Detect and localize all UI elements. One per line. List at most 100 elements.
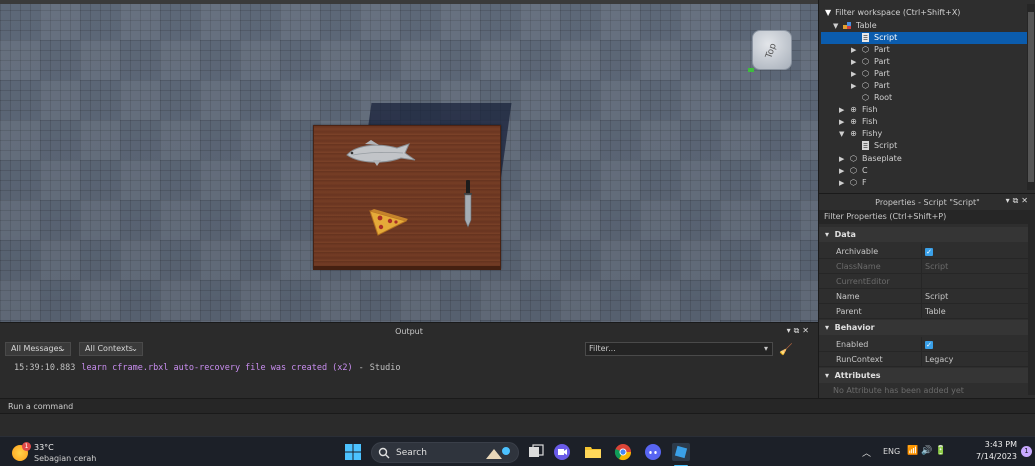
notification-badge[interactable]: 1	[1021, 446, 1032, 457]
collapse-arrow-icon[interactable]: ▼	[833, 20, 843, 32]
expand-arrow-icon[interactable]: ▶	[851, 56, 861, 68]
view-cube[interactable]: Top	[752, 30, 792, 70]
search-label: Search	[396, 448, 427, 458]
prop-name: Name	[836, 292, 860, 301]
task-view-icon[interactable]	[527, 443, 545, 461]
knife-model[interactable]	[460, 180, 476, 228]
contexts-filter-dropdown[interactable]: All Contexts ⌄	[79, 342, 143, 356]
tree-item-table[interactable]: ▼ Table	[825, 20, 1030, 32]
dropdown-label: All Messages	[11, 344, 63, 353]
section-attributes[interactable]: ▾ Attributes	[819, 368, 1029, 383]
prop-row-currenteditor: CurrentEditor	[819, 274, 1029, 289]
expand-arrow-icon[interactable]: ▶	[839, 165, 849, 177]
pizza-model[interactable]	[368, 207, 408, 237]
file-explorer-icon[interactable]	[584, 443, 602, 461]
archivable-checkbox[interactable]: ✓	[925, 244, 933, 259]
tree-item-label: Fishy	[862, 129, 883, 138]
expand-arrow-icon[interactable]: ▶	[839, 104, 849, 116]
network-volume-battery-icons[interactable]: 📶🔊🔋	[907, 446, 950, 456]
close-icon[interactable]: ✕	[1021, 196, 1031, 205]
tree-item-fish[interactable]: ▶ ⊕ Fish	[825, 104, 877, 116]
tree-item-baseplate[interactable]: ▶ ⬡ Baseplate	[825, 153, 902, 165]
popout-icon[interactable]: ⧉	[1013, 196, 1022, 205]
windows-taskbar: 1 33°C Sebagian cerah Search ︿ ENG 📶🔊🔋 3…	[0, 436, 1035, 466]
chevron-down-icon[interactable]: ▾	[764, 343, 768, 355]
enabled-checkbox[interactable]: ✓	[925, 337, 933, 352]
language-indicator[interactable]: ENG	[883, 447, 900, 456]
tree-item-script-selected[interactable]: Script	[821, 32, 1027, 44]
chrome-icon[interactable]	[614, 443, 632, 461]
discord-icon[interactable]	[644, 443, 662, 461]
fish-model[interactable]	[345, 138, 423, 168]
tree-item-label: Fish	[862, 117, 878, 126]
windows-start-icon[interactable]	[344, 443, 362, 461]
prop-row-archivable: Archivable ✓	[819, 244, 1029, 259]
model-icon	[843, 21, 852, 30]
dropdown-icon[interactable]: ▾	[1006, 196, 1013, 205]
meet-icon[interactable]	[553, 443, 571, 461]
clear-output-icon[interactable]: 🧹	[779, 343, 793, 356]
roblox-studio-icon[interactable]	[672, 443, 690, 461]
explorer-scrollbar[interactable]	[1027, 4, 1035, 190]
tree-item-fish[interactable]: ▶ ⊕ Fish	[825, 116, 877, 128]
output-window-buttons[interactable]: ▾⧉✕	[787, 326, 812, 336]
weather-badge: 1	[22, 442, 31, 451]
tree-item-root[interactable]: ⬡ Root	[825, 92, 892, 104]
show-hidden-icons-icon[interactable]: ︿	[862, 446, 871, 459]
tree-item-part[interactable]: ▶ ⬡ Part	[825, 80, 890, 92]
properties-panel: Properties - Script "Script" ▾⧉✕ Filter …	[818, 193, 1035, 398]
expand-arrow-icon[interactable]: ▶	[851, 44, 861, 56]
prop-value: Script	[925, 262, 949, 271]
prop-name: CurrentEditor	[836, 277, 890, 286]
command-input[interactable]	[8, 400, 1018, 413]
collapse-arrow-icon[interactable]: ▼	[839, 128, 849, 140]
tree-item-label: Table	[856, 21, 877, 30]
properties-scrollbar[interactable]	[1028, 210, 1035, 395]
part-icon: ⬡	[850, 154, 857, 163]
name-value-field[interactable]: Script	[925, 289, 948, 304]
output-filter-input[interactable]: Filter... ▾	[585, 342, 773, 356]
explorer-panel: ▼ Filter workspace (Ctrl+Shift+X) ▼ Table …	[818, 0, 1035, 193]
clock-time[interactable]: 3:43 PM	[975, 440, 1017, 449]
tree-item-script[interactable]: Script	[825, 140, 897, 152]
parent-value-field[interactable]: Table	[925, 304, 946, 319]
section-data[interactable]: ▾ Data	[819, 227, 1029, 242]
log-entry[interactable]: 15:39:10.883 learn cframe.rbxl auto-recov…	[14, 363, 401, 373]
close-icon[interactable]: ✕	[802, 326, 812, 335]
part-icon: ⬡	[850, 166, 857, 175]
tree-item-c[interactable]: ▶ ⬡ C	[825, 165, 868, 177]
dropdown-icon[interactable]: ▾	[787, 326, 794, 335]
tree-item-f[interactable]: ▶ ⬡ F	[825, 177, 867, 189]
tree-item-part[interactable]: ▶ ⬡ Part	[825, 44, 890, 56]
panel-window-buttons[interactable]: ▾⧉✕	[1006, 196, 1031, 206]
weather-desc: Sebagian cerah	[34, 454, 97, 463]
tree-item-part[interactable]: ▶ ⬡ Part	[825, 68, 890, 80]
section-label: Behavior	[834, 323, 875, 332]
properties-filter[interactable]: Filter Properties (Ctrl+Shift+P)	[819, 210, 1029, 224]
clock-date[interactable]: 7/14/2023	[967, 452, 1017, 461]
popout-icon[interactable]: ⧉	[794, 326, 803, 335]
attributes-empty-note: No Attribute has been added yet	[833, 386, 964, 395]
expand-arrow-icon[interactable]: ▶	[851, 80, 861, 92]
expand-arrow-icon[interactable]: ▶	[839, 177, 849, 189]
prop-row-classname: ClassName Script	[819, 259, 1029, 274]
weather-widget[interactable]: 1 33°C Sebagian cerah	[10, 441, 110, 465]
3d-viewport[interactable]: Top	[0, 0, 818, 322]
expand-arrow-icon[interactable]: ▶	[839, 153, 849, 165]
expand-arrow-icon[interactable]: ▶	[851, 68, 861, 80]
tree-item-fishy[interactable]: ▼ ⊕ Fishy	[825, 128, 882, 140]
chevron-down-icon: ⌄	[131, 344, 138, 353]
output-title: Output	[395, 327, 423, 336]
explorer-filter[interactable]: ▼ Filter workspace (Ctrl+Shift+X)	[819, 6, 1035, 20]
part-icon: ⬡	[862, 45, 869, 54]
taskbar-search[interactable]: Search	[371, 442, 519, 463]
prop-name: Enabled	[836, 340, 869, 349]
expand-arrow-icon[interactable]: ▶	[839, 116, 849, 128]
script-icon	[861, 33, 870, 42]
messages-filter-dropdown[interactable]: All Messages ⌄	[5, 342, 71, 356]
runcontext-dropdown[interactable]: Legacy	[925, 352, 953, 367]
tree-item-part[interactable]: ▶ ⬡ Part	[825, 56, 890, 68]
section-behavior[interactable]: ▾ Behavior	[819, 320, 1029, 335]
chevron-down-icon: ⌄	[59, 344, 66, 353]
scroll-thumb[interactable]	[1028, 12, 1034, 182]
